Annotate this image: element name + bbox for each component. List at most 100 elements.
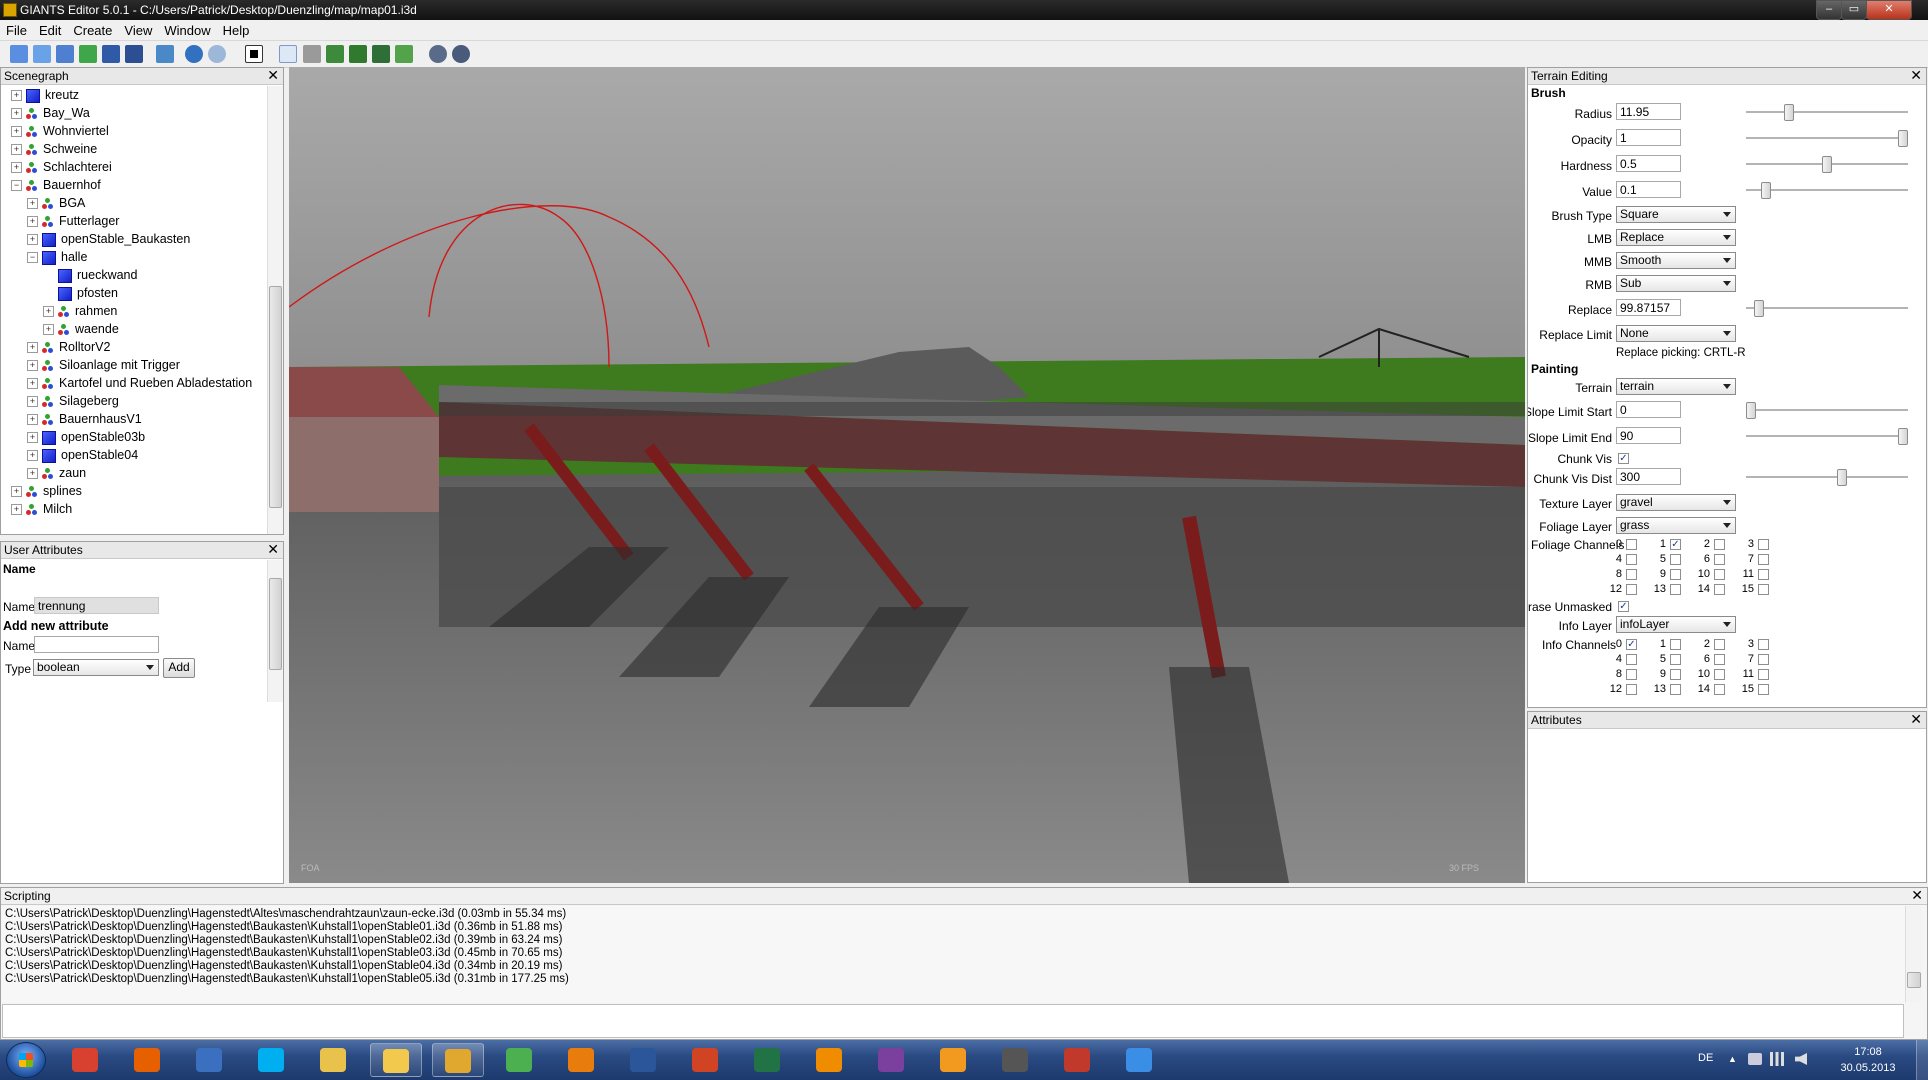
radius-input[interactable]: 11.95 (1616, 103, 1681, 120)
expand-icon[interactable]: + (27, 198, 38, 210)
refresh-icon[interactable] (156, 45, 174, 63)
attribute-type-select[interactable]: boolean (33, 659, 159, 676)
taskbar-button[interactable] (928, 1043, 980, 1077)
tree-item[interactable]: pfosten (43, 284, 118, 302)
stop-icon[interactable] (245, 45, 263, 63)
taskbar-button[interactable] (680, 1043, 732, 1077)
foliage-channel-checkbox[interactable] (1714, 554, 1725, 565)
replace-input[interactable]: 99.87157 (1616, 299, 1681, 316)
info-layer-select[interactable]: infoLayer (1616, 616, 1736, 633)
close-icon[interactable]: ✕ (267, 68, 279, 83)
info-channel-checkbox[interactable] (1714, 639, 1725, 650)
save-all-icon[interactable] (125, 45, 143, 63)
clock-date[interactable]: 30.05.2013 (1830, 1062, 1906, 1074)
expand-icon[interactable]: + (11, 486, 22, 498)
menu-create[interactable]: Create (67, 20, 118, 38)
radius-slider[interactable] (1746, 104, 1908, 121)
tree-item[interactable]: rueckwand (43, 266, 137, 284)
script-input[interactable] (2, 1004, 1904, 1038)
scenegraph-scrollbar[interactable] (267, 86, 283, 534)
expand-icon[interactable]: + (27, 378, 38, 390)
slope-limit-end-input[interactable]: 90 (1616, 427, 1681, 444)
open-icon[interactable] (33, 45, 51, 63)
foliage-channel-checkbox[interactable] (1758, 584, 1769, 595)
network-icon[interactable] (1770, 1052, 1784, 1066)
value-slider-knob[interactable] (1761, 182, 1772, 199)
expand-icon[interactable]: + (27, 216, 38, 228)
slope-limit-start-input[interactable]: 0 (1616, 401, 1681, 418)
tree-item[interactable]: + rahmen (43, 302, 117, 320)
tree-item[interactable]: + Wohnviertel (11, 122, 109, 140)
replace-slider[interactable] (1746, 300, 1908, 317)
rmb-select[interactable]: Sub (1616, 275, 1736, 292)
slope-limit-start-knob[interactable] (1746, 402, 1756, 419)
menu-file[interactable]: File (0, 20, 33, 38)
slope-limit-start-slider[interactable] (1746, 402, 1908, 419)
language-indicator[interactable]: DE (1698, 1052, 1713, 1064)
opacity-slider-knob[interactable] (1898, 130, 1908, 147)
close-icon[interactable]: ✕ (267, 542, 279, 557)
value-slider[interactable] (1746, 182, 1908, 199)
foliage-channel-checkbox[interactable] (1626, 554, 1637, 565)
expand-icon[interactable]: + (27, 450, 38, 462)
info-channel-checkbox[interactable] (1758, 669, 1769, 680)
opacity-slider[interactable] (1746, 130, 1908, 147)
start-button[interactable] (6, 1042, 46, 1078)
add-attribute-button[interactable]: Add (163, 658, 195, 678)
tree-item[interactable]: + openStable03b (27, 428, 145, 446)
value-input[interactable]: 0.1 (1616, 181, 1681, 198)
info-channel-checkbox[interactable]: ✓ (1626, 639, 1637, 650)
terrain-smooth-icon[interactable] (372, 45, 390, 63)
expand-icon[interactable]: + (27, 468, 38, 480)
expand-icon[interactable]: + (27, 432, 38, 444)
taskbar-button[interactable] (122, 1043, 174, 1077)
foliage-channel-checkbox[interactable] (1626, 539, 1637, 550)
terrain-paint-icon[interactable] (349, 45, 367, 63)
action-center-icon[interactable] (1748, 1053, 1762, 1065)
menu-window[interactable]: Window (158, 20, 216, 38)
opacity-input[interactable]: 1 (1616, 129, 1681, 146)
replace-slider-knob[interactable] (1753, 300, 1764, 317)
chunk-vis-dist-knob[interactable] (1837, 469, 1848, 486)
taskbar-button[interactable] (618, 1043, 670, 1077)
radius-slider-knob[interactable] (1784, 104, 1794, 121)
show-desktop-button[interactable] (1916, 1040, 1928, 1080)
maximize-button[interactable]: ▭ (1841, 0, 1867, 20)
undo-icon[interactable] (185, 45, 203, 63)
expand-icon[interactable]: + (11, 126, 22, 138)
expand-icon[interactable]: + (43, 324, 54, 336)
tree-item[interactable]: + Schweine (11, 140, 97, 158)
new-icon[interactable] (10, 45, 28, 63)
hardness-input[interactable]: 0.5 (1616, 155, 1681, 172)
scrollbar-thumb[interactable] (269, 578, 282, 670)
chunk-vis-checkbox[interactable]: ✓ (1618, 453, 1629, 464)
user-attributes-scrollbar[interactable] (267, 560, 283, 702)
import-icon[interactable] (56, 45, 74, 63)
volume-icon[interactable] (1795, 1053, 1807, 1065)
taskbar-button[interactable] (60, 1043, 112, 1077)
info-channel-checkbox[interactable] (1714, 654, 1725, 665)
taskbar-button[interactable] (184, 1043, 236, 1077)
tree-item[interactable]: + RolltorV2 (27, 338, 110, 356)
taskbar-button[interactable] (432, 1043, 484, 1077)
expand-icon[interactable]: + (43, 306, 54, 318)
erase-unmasked-checkbox[interactable]: ✓ (1618, 601, 1629, 612)
foliage-channel-checkbox[interactable] (1626, 569, 1637, 580)
expand-icon[interactable]: + (27, 342, 38, 354)
chunk-vis-dist-input[interactable]: 300 (1616, 468, 1681, 485)
brush-type-select[interactable]: Square (1616, 206, 1736, 223)
foliage-channel-checkbox[interactable] (1758, 569, 1769, 580)
scrollbar-thumb[interactable] (269, 286, 282, 508)
foliage-channel-checkbox[interactable] (1670, 584, 1681, 595)
info-channel-checkbox[interactable] (1670, 669, 1681, 680)
show-hidden-icons-icon[interactable]: ▲ (1728, 1054, 1737, 1064)
tree-item[interactable]: + Milch (11, 500, 72, 518)
taskbar-button[interactable] (308, 1043, 360, 1077)
info-channel-checkbox[interactable] (1626, 684, 1637, 695)
foliage-channel-checkbox[interactable] (1714, 569, 1725, 580)
tree-item[interactable]: + openStable04 (27, 446, 138, 464)
lmb-select[interactable]: Replace (1616, 229, 1736, 246)
tree-item[interactable]: + Schlachterei (11, 158, 112, 176)
move-icon[interactable] (303, 45, 321, 63)
slope-limit-end-slider[interactable] (1746, 428, 1908, 445)
